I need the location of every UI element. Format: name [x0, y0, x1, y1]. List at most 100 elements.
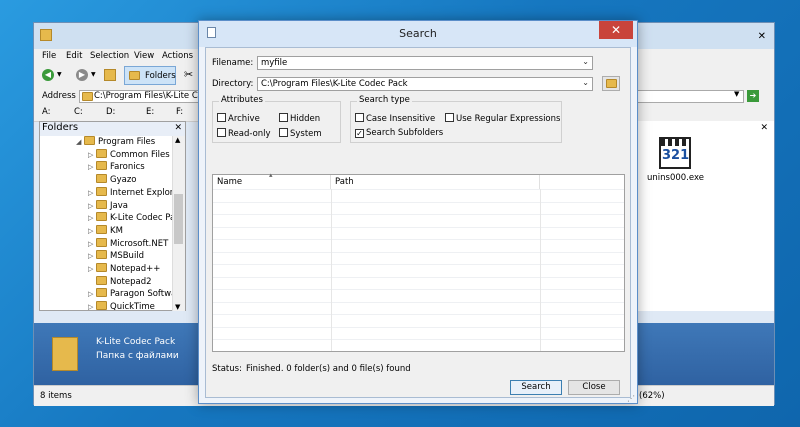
menu-view[interactable]: View [134, 51, 154, 61]
close-button[interactable]: Close [568, 380, 620, 395]
close-icon[interactable]: ✕ [174, 123, 182, 133]
expand-toggle-icon[interactable]: ◢ [76, 138, 84, 146]
address-input[interactable]: C:\Program Files\K-Lite Co [79, 90, 199, 103]
status-item-count: 8 items [40, 391, 72, 401]
folders-pane-header: Folders ✕ [40, 122, 185, 136]
browse-button[interactable] [602, 76, 620, 91]
empty-row [213, 214, 624, 215]
resize-grip-icon[interactable]: ⋰ [627, 394, 635, 403]
empty-row [213, 264, 624, 265]
expand-toggle-icon[interactable]: ▷ [88, 227, 96, 235]
expand-toggle-icon[interactable]: ▷ [88, 290, 96, 298]
folders-button[interactable]: Folders [124, 66, 176, 85]
regex-checkbox[interactable]: Use Regular Expressions [445, 113, 560, 124]
tree-item[interactable]: ▷ Faronics [88, 161, 145, 174]
system-label: System [290, 129, 322, 139]
tree-item-label: K-Lite Codec Pa [110, 213, 174, 224]
search-type-group: Search type Case Insensitive Use Regular… [350, 95, 562, 143]
address-value: C:\Program Files\K-Lite Co [94, 91, 199, 101]
system-checkbox[interactable]: System [279, 128, 322, 139]
case-insensitive-checkbox[interactable]: Case Insensitive [355, 113, 435, 124]
expand-toggle-icon[interactable]: ▷ [88, 151, 96, 159]
column-header-path[interactable]: Path [331, 175, 540, 189]
chevron-down-icon[interactable]: ⌄ [582, 57, 589, 66]
tree-item[interactable]: ▷ Microsoft.NET [88, 237, 168, 251]
expand-toggle-icon[interactable]: ▷ [88, 265, 96, 273]
expand-toggle-icon[interactable]: ▷ [88, 189, 96, 197]
up-folder-icon[interactable] [104, 69, 116, 81]
search-subfolders-checkbox[interactable]: ✓ Search Subfolders [355, 128, 443, 138]
tree-item-label: QuickTime [110, 302, 155, 311]
readonly-checkbox[interactable]: Read-only [217, 128, 271, 139]
tree-scrollbar[interactable]: ▲ ▼ [172, 136, 185, 311]
chevron-down-icon[interactable]: ▼ [57, 71, 62, 78]
tree-item[interactable]: ▷ Common Files [88, 148, 170, 162]
search-type-title: Search type [357, 95, 412, 105]
dialog-close-button[interactable]: ✕ [599, 21, 633, 39]
tree-item[interactable]: ▷ Notepad++ [88, 263, 160, 276]
expand-toggle-icon[interactable]: ▷ [88, 240, 96, 248]
status-text: Finished. 0 folder(s) and 0 file(s) foun… [246, 364, 411, 374]
folder-open-icon [606, 79, 617, 88]
file-name[interactable]: unins000.exe [647, 173, 704, 183]
tree-item[interactable]: ▷ Internet Explore [88, 186, 174, 200]
menu-file[interactable]: File [42, 51, 56, 61]
drive-d[interactable]: D: [106, 107, 115, 117]
close-icon[interactable]: ✕ [760, 123, 768, 133]
menu-selection[interactable]: Selection [90, 51, 129, 61]
tree-item[interactable]: Notepad2 [88, 275, 152, 289]
attributes-title: Attributes [219, 95, 265, 105]
directory-combo[interactable]: C:\Program Files\K-Lite Codec Pack ⌄ [257, 77, 593, 91]
folder-icon [96, 224, 107, 234]
go-icon[interactable]: ➔ [747, 90, 759, 102]
back-icon[interactable]: ◀ [42, 69, 54, 81]
expand-toggle-icon[interactable]: ▷ [88, 252, 96, 260]
tree-item[interactable]: ▷ Paragon Softwa [88, 288, 174, 301]
tree-item[interactable]: Gyazo [88, 174, 137, 187]
expand-toggle-icon[interactable]: ▷ [88, 303, 96, 311]
menu-edit[interactable]: Edit [66, 51, 82, 61]
forward-icon[interactable]: ▶ [76, 69, 88, 81]
scroll-down-icon[interactable]: ▼ [175, 303, 180, 311]
expand-toggle-icon[interactable]: ▷ [88, 163, 96, 171]
expand-toggle-icon[interactable]: ▷ [88, 214, 96, 222]
folder-icon [40, 29, 52, 41]
results-list[interactable]: Name ▴ Path [212, 171, 625, 352]
search-button[interactable]: Search [510, 380, 562, 395]
close-icon[interactable]: ✕ [758, 31, 766, 42]
media-file-icon[interactable]: 321 [659, 137, 691, 169]
drive-f[interactable]: F: [176, 107, 183, 117]
status-label: Status: [212, 364, 242, 374]
tree-item[interactable]: ◢ Program Files [76, 136, 155, 149]
tree-item[interactable]: ▷ KM [88, 224, 123, 238]
expand-toggle-icon[interactable]: ▷ [88, 202, 96, 210]
chevron-down-icon[interactable]: ▼ [91, 71, 96, 78]
scroll-thumb[interactable] [174, 194, 183, 244]
tree-item[interactable]: ▷ MSBuild [88, 250, 144, 263]
chevron-down-icon[interactable]: ⌄ [582, 78, 589, 87]
regex-label: Use Regular Expressions [456, 114, 561, 124]
drive-c[interactable]: C: [74, 107, 83, 117]
address-input-continued[interactable] [636, 90, 744, 103]
drive-a[interactable]: A: [42, 107, 51, 117]
tree-item-label: Common Files [110, 149, 170, 160]
scroll-up-icon[interactable]: ▲ [175, 136, 180, 144]
filename-value: myfile [261, 58, 288, 68]
chevron-down-icon[interactable]: ▼ [734, 90, 739, 98]
tree-item-label: Notepad++ [110, 264, 161, 274]
drive-e[interactable]: E: [146, 107, 154, 117]
filename-combo[interactable]: myfile ⌄ [257, 56, 593, 70]
tree-item[interactable]: ▷ K-Lite Codec Pa [88, 212, 174, 225]
tree-item-label: Paragon Softwa [110, 289, 174, 300]
tree-item[interactable]: ▷ Java [88, 199, 128, 213]
archive-checkbox[interactable]: Archive [217, 113, 260, 124]
tree-item[interactable]: ▷ QuickTime [88, 301, 155, 311]
hidden-checkbox[interactable]: Hidden [279, 113, 320, 124]
empty-row [213, 339, 624, 340]
folder-icon [129, 71, 140, 80]
tree-item-label: Internet Explore [110, 187, 174, 198]
cut-icon[interactable]: ✂ [184, 68, 193, 81]
column-header-name[interactable]: Name ▴ [213, 171, 331, 189]
menu-actions[interactable]: Actions [162, 51, 193, 61]
directory-value: C:\Program Files\K-Lite Codec Pack [261, 79, 408, 89]
